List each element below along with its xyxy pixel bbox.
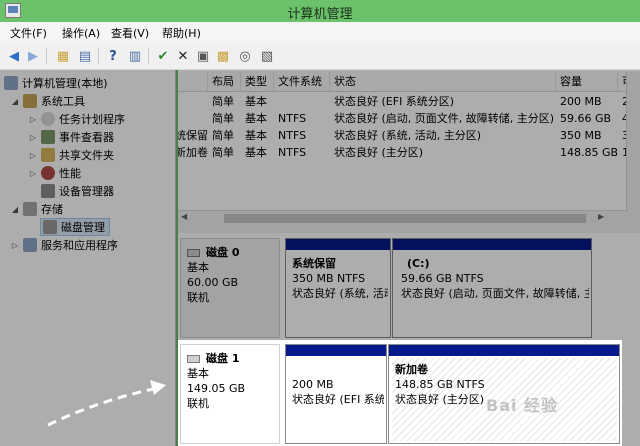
- disk-management-icon: [43, 220, 57, 234]
- disk-1-size: 149.05 GB: [187, 382, 246, 395]
- tree-item-disk-management[interactable]: 磁盘管理: [40, 218, 110, 236]
- column-filesystem[interactable]: 文件系统: [274, 72, 330, 92]
- menu-help[interactable]: 帮助(H): [162, 25, 201, 41]
- menu-action[interactable]: 操作(A): [62, 25, 100, 41]
- partition-efi[interactable]: 200 MB 状态良好 (EFI 系统分区): [285, 344, 387, 444]
- disk-icon: [187, 354, 200, 363]
- console-tree: 计算机管理(本地) ◢ 系统工具 ▷ 任务计划程序 ▷ 事件查看器 ▷ 共享文件…: [0, 70, 176, 446]
- expand-icon[interactable]: ▷: [28, 115, 38, 124]
- show-hide-icon[interactable]: ▥: [126, 47, 144, 65]
- disk-1-name: 磁盘 1: [206, 352, 240, 365]
- help-icon[interactable]: ?: [104, 47, 122, 65]
- horizontal-scrollbar[interactable]: ◀ ▶: [178, 210, 640, 225]
- device-manager-icon: [41, 184, 55, 198]
- storage-icon: [23, 202, 37, 216]
- disk-1-state: 联机: [187, 397, 209, 410]
- table-row[interactable]: 系统保留 简单 基本 NTFS 状态良好 (系统, 活动, 主分区) 350 M…: [178, 127, 640, 144]
- window-title: 计算机管理: [287, 7, 353, 22]
- disk-1-label[interactable]: 磁盘 1 基本 149.05 GB 联机: [180, 344, 280, 444]
- expand-icon[interactable]: ▷: [28, 133, 38, 142]
- column-status[interactable]: 状态: [330, 72, 556, 92]
- title-bar: 计算机管理: [0, 0, 640, 22]
- column-capacity[interactable]: 容量: [556, 72, 618, 92]
- toolbar: ◀ ▶ ▦ ▤ ? ▥ ✔ ✕ ▣ ▩ ◎ ▧: [0, 43, 640, 70]
- table-row[interactable]: 新加卷 简单 基本 NTFS 状态良好 (主分区) 148.85 GB 14: [178, 144, 640, 161]
- tree-item-root[interactable]: 计算机管理(本地): [4, 74, 108, 92]
- scroll-left-icon[interactable]: ◀: [181, 212, 187, 221]
- expand-icon[interactable]: ▷: [28, 151, 38, 160]
- scroll-right-icon[interactable]: ▶: [598, 212, 604, 221]
- table-row[interactable]: 简单 基本 状态良好 (EFI 系统分区) 200 MB 20: [178, 93, 640, 110]
- pane-splitter[interactable]: [178, 225, 640, 233]
- expand-icon[interactable]: ▷: [10, 241, 20, 250]
- table-row[interactable]: 简单 基本 NTFS 状态良好 (启动, 页面文件, 故障转储, 主分区) 59…: [178, 110, 640, 127]
- disk-0-label[interactable]: 磁盘 0 基本 60.00 GB 联机: [180, 238, 280, 338]
- disk-icon: [187, 248, 200, 257]
- disk-0-size: 60.00 GB: [187, 276, 239, 289]
- shared-folder-icon: [41, 148, 55, 162]
- clock-icon: [41, 112, 55, 126]
- back-arrow-icon[interactable]: ◀: [5, 47, 23, 65]
- menu-file[interactable]: 文件(F): [10, 25, 47, 41]
- disk-icon[interactable]: ▧: [258, 47, 276, 65]
- computer-icon: [4, 76, 18, 90]
- tools-icon: [23, 94, 37, 108]
- tree-item-services-apps[interactable]: ▷ 服务和应用程序: [10, 236, 118, 254]
- column-layout[interactable]: 布局: [208, 72, 241, 92]
- column-volume[interactable]: [178, 72, 208, 92]
- performance-icon: [41, 166, 55, 180]
- scrollbar-thumb[interactable]: [224, 214, 586, 223]
- tree-item-event-viewer[interactable]: ▷ 事件查看器: [28, 128, 114, 146]
- partition-c-drive[interactable]: (C:) 59.66 GB NTFS 状态良好 (启动, 页面文件, 故障转储,…: [392, 238, 592, 338]
- properties-icon[interactable]: ▣: [194, 47, 212, 65]
- disk-graphical-view: 磁盘 0 基本 60.00 GB 联机 系统保留 350 MB NTFS 状态良…: [178, 233, 640, 446]
- disk-0-kind: 基本: [187, 261, 209, 274]
- vertical-scrollbar[interactable]: [626, 72, 640, 212]
- column-type[interactable]: 类型: [241, 72, 274, 92]
- forward-arrow-icon[interactable]: ▶: [24, 47, 42, 65]
- tree-item-storage[interactable]: ◢ 存储: [10, 200, 63, 218]
- collapse-icon[interactable]: ◢: [10, 97, 20, 106]
- tree-item-performance[interactable]: ▷ 性能: [28, 164, 81, 182]
- disk-1-kind: 基本: [187, 367, 209, 380]
- services-icon: [23, 238, 37, 252]
- delete-icon[interactable]: ✕: [174, 47, 192, 65]
- partition-system-reserved[interactable]: 系统保留 350 MB NTFS 状态良好 (系统, 活动, 主分区): [285, 238, 391, 338]
- open-icon[interactable]: ▩: [214, 47, 232, 65]
- menu-bar: 文件(F) 操作(A) 查看(V) 帮助(H): [0, 22, 640, 43]
- disk-management-pane: 布局 类型 文件系统 状态 容量 可 简单 基本 状态良好 (EFI 系统分区)…: [178, 70, 640, 446]
- expand-icon[interactable]: ▷: [28, 169, 38, 178]
- search-icon[interactable]: ◎: [236, 47, 254, 65]
- folder-up-icon[interactable]: ▦: [54, 47, 72, 65]
- check-icon[interactable]: ✔: [154, 47, 172, 65]
- tree-item-task-scheduler[interactable]: ▷ 任务计划程序: [28, 110, 125, 128]
- tree-item-device-manager[interactable]: 设备管理器: [41, 182, 114, 200]
- collapse-icon[interactable]: ◢: [10, 205, 20, 214]
- tree-item-shared-folders[interactable]: ▷ 共享文件夹: [28, 146, 114, 164]
- show-tree-icon[interactable]: ▤: [76, 47, 94, 65]
- volume-list-header: 布局 类型 文件系统 状态 容量 可: [178, 72, 640, 92]
- disk-0-state: 联机: [187, 291, 209, 304]
- disk-0-name: 磁盘 0: [206, 246, 240, 259]
- tree-item-system-tools[interactable]: ◢ 系统工具: [10, 92, 85, 110]
- menu-view[interactable]: 查看(V): [111, 25, 149, 41]
- partition-new-volume[interactable]: 新加卷 148.85 GB NTFS 状态良好 (主分区): [388, 344, 620, 444]
- event-viewer-icon: [41, 130, 55, 144]
